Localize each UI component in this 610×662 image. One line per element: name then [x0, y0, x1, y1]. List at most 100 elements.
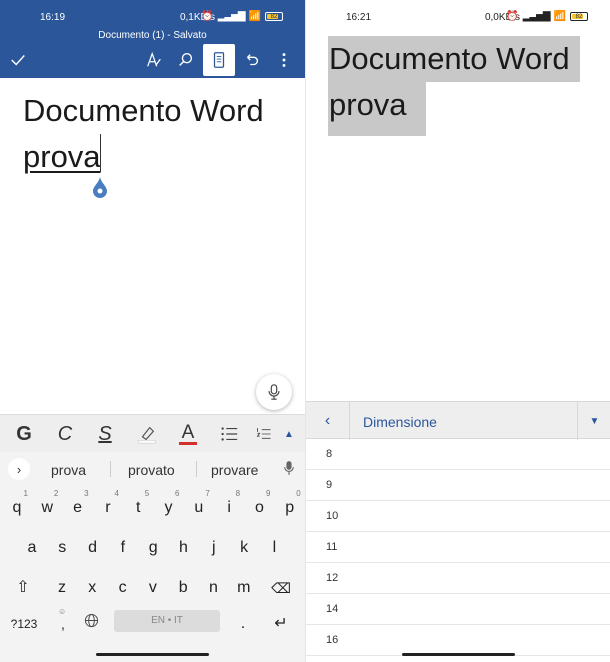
status-time: 16:19	[40, 12, 66, 23]
document-line-1: Documento Word	[23, 93, 264, 128]
dimension-label: Dimensione	[363, 414, 437, 430]
key-t[interactable]: t5	[123, 488, 153, 524]
key-b[interactable]: b	[168, 568, 198, 604]
key-n[interactable]: n	[199, 568, 229, 604]
key-s[interactable]: s	[47, 528, 77, 564]
highlighter-icon	[138, 426, 156, 444]
signal-icon: ▂▃▅▇	[217, 11, 246, 22]
alarm-icon: ⏰	[201, 11, 214, 22]
suggestion-2[interactable]: provato	[128, 462, 175, 478]
mobile-view-icon[interactable]	[203, 44, 235, 76]
alarm-icon: ⏰	[506, 11, 519, 22]
collapse-triangle-icon[interactable]: ▼	[577, 402, 610, 440]
font-size-option[interactable]: 14	[306, 594, 610, 625]
key-j[interactable]: j	[199, 528, 229, 564]
enter-key-icon[interactable]: ↵	[266, 608, 296, 644]
more-options-icon[interactable]	[268, 44, 300, 76]
font-size-header: ‹ Dimensione ▼	[306, 401, 610, 440]
wifi-icon: 📶	[553, 11, 566, 22]
key-p[interactable]: p0	[275, 488, 305, 524]
right-screen: 16:21 0,0KB/s ⏰ ▂▃▅▇ 📶 82 Documento Word…	[305, 0, 610, 662]
key-k[interactable]: k	[229, 528, 259, 564]
back-chevron-icon[interactable]: ‹	[306, 402, 350, 440]
app-header: 16:19 0,1KB/s ⏰ ▂▃▅▇ 📶 82 Documento (1) …	[0, 0, 305, 78]
key-e[interactable]: e3	[63, 488, 93, 524]
key-m[interactable]: m	[229, 568, 259, 604]
key-h[interactable]: h	[169, 528, 199, 564]
underline-button[interactable]: S	[95, 421, 115, 447]
voice-input-icon[interactable]	[283, 460, 295, 479]
highlight-button[interactable]	[136, 421, 158, 447]
key-w[interactable]: w2	[32, 488, 62, 524]
italic-button[interactable]: C	[55, 421, 75, 447]
done-check-icon[interactable]	[2, 44, 34, 76]
search-icon[interactable]	[170, 44, 202, 76]
key-row-3: ⇧ ⌫ zxcvbnm	[0, 568, 305, 604]
signal-icon: ▂▃▅▇	[522, 11, 551, 22]
chevron-right-icon[interactable]: ›	[8, 458, 30, 480]
key-z[interactable]: z	[47, 568, 77, 604]
left-screen: 16:19 0,1KB/s ⏰ ▂▃▅▇ 📶 82 Documento (1) …	[0, 0, 305, 662]
key-x[interactable]: x	[77, 568, 107, 604]
font-size-option[interactable]: 11	[306, 532, 610, 563]
document-title: Documento (1) - Salvato	[98, 30, 207, 41]
space-bar[interactable]: EN • IT	[114, 610, 220, 632]
numbered-list-icon	[256, 428, 271, 439]
numbered-list-button[interactable]	[256, 421, 272, 447]
backspace-key-icon[interactable]: ⌫	[266, 568, 296, 604]
key-d[interactable]: d	[78, 528, 108, 564]
nav-gesture-bar[interactable]	[96, 653, 209, 656]
key-g[interactable]: g	[138, 528, 168, 564]
suggestion-strip: › prova provato provare	[0, 452, 305, 486]
key-row-2: asdfghjkl	[0, 528, 305, 564]
font-size-option[interactable]: 10	[306, 501, 610, 532]
emoji-comma-key[interactable]: , ☺	[48, 608, 78, 644]
key-y[interactable]: y6	[154, 488, 184, 524]
bold-button[interactable]: G	[14, 421, 34, 447]
status-bar: 16:21 0,0KB/s ⏰ ▂▃▅▇ 📶 82	[306, 0, 610, 28]
key-l[interactable]: l	[259, 528, 289, 564]
document-body[interactable]: Documento Word prova	[23, 88, 264, 180]
draw-pen-icon[interactable]	[138, 44, 170, 76]
dictate-mic-button[interactable]	[256, 374, 292, 410]
status-bar: 16:19 0,1KB/s ⏰ ▂▃▅▇ 📶 82	[0, 0, 305, 28]
bullet-list-button[interactable]	[218, 421, 240, 447]
battery-icon: 82	[265, 12, 283, 21]
symbols-key[interactable]: ?123	[6, 608, 42, 644]
font-size-option[interactable]: 9	[306, 470, 610, 501]
cursor-handle-icon[interactable]	[92, 176, 108, 198]
selected-line-1: Documento Word	[329, 41, 570, 76]
screenshot-composite: 16:19 0,1KB/s ⏰ ▂▃▅▇ 📶 82 Documento (1) …	[0, 0, 610, 662]
selected-line-2: prova	[329, 87, 407, 122]
font-color-button[interactable]: A	[177, 421, 199, 447]
microphone-icon	[268, 384, 280, 400]
key-row-4: ?123 , ☺ EN • IT . ↵	[0, 608, 305, 644]
language-globe-icon[interactable]	[76, 608, 106, 644]
key-r[interactable]: r4	[93, 488, 123, 524]
key-u[interactable]: u7	[184, 488, 214, 524]
wifi-icon: 📶	[248, 11, 261, 22]
key-a[interactable]: a	[17, 528, 47, 564]
font-size-option[interactable]: 16	[306, 625, 610, 656]
document-line-2: prova	[23, 139, 101, 174]
expand-ribbon-icon[interactable]: ▲	[282, 421, 296, 447]
key-i[interactable]: i8	[214, 488, 244, 524]
key-f[interactable]: f	[108, 528, 138, 564]
font-size-option[interactable]: 12	[306, 563, 610, 594]
font-size-option[interactable]: 8	[306, 439, 610, 470]
nav-gesture-bar[interactable]	[402, 653, 515, 656]
period-key[interactable]: .	[228, 608, 258, 644]
format-bar: G C S A ▲	[0, 414, 305, 452]
bullet-list-icon	[221, 427, 238, 441]
suggestion-3[interactable]: provare	[211, 462, 258, 478]
font-size-list: 8 9 10 11 12 14 16	[306, 439, 610, 656]
key-c[interactable]: c	[108, 568, 138, 604]
text-cursor	[100, 134, 101, 172]
key-q[interactable]: q1	[2, 488, 32, 524]
key-v[interactable]: v	[138, 568, 168, 604]
suggestion-1[interactable]: prova	[51, 462, 86, 478]
key-o[interactable]: o9	[244, 488, 274, 524]
undo-icon[interactable]	[236, 44, 268, 76]
shift-key-icon[interactable]: ⇧	[8, 568, 38, 604]
selected-text[interactable]: Documento Word prova	[329, 36, 570, 128]
